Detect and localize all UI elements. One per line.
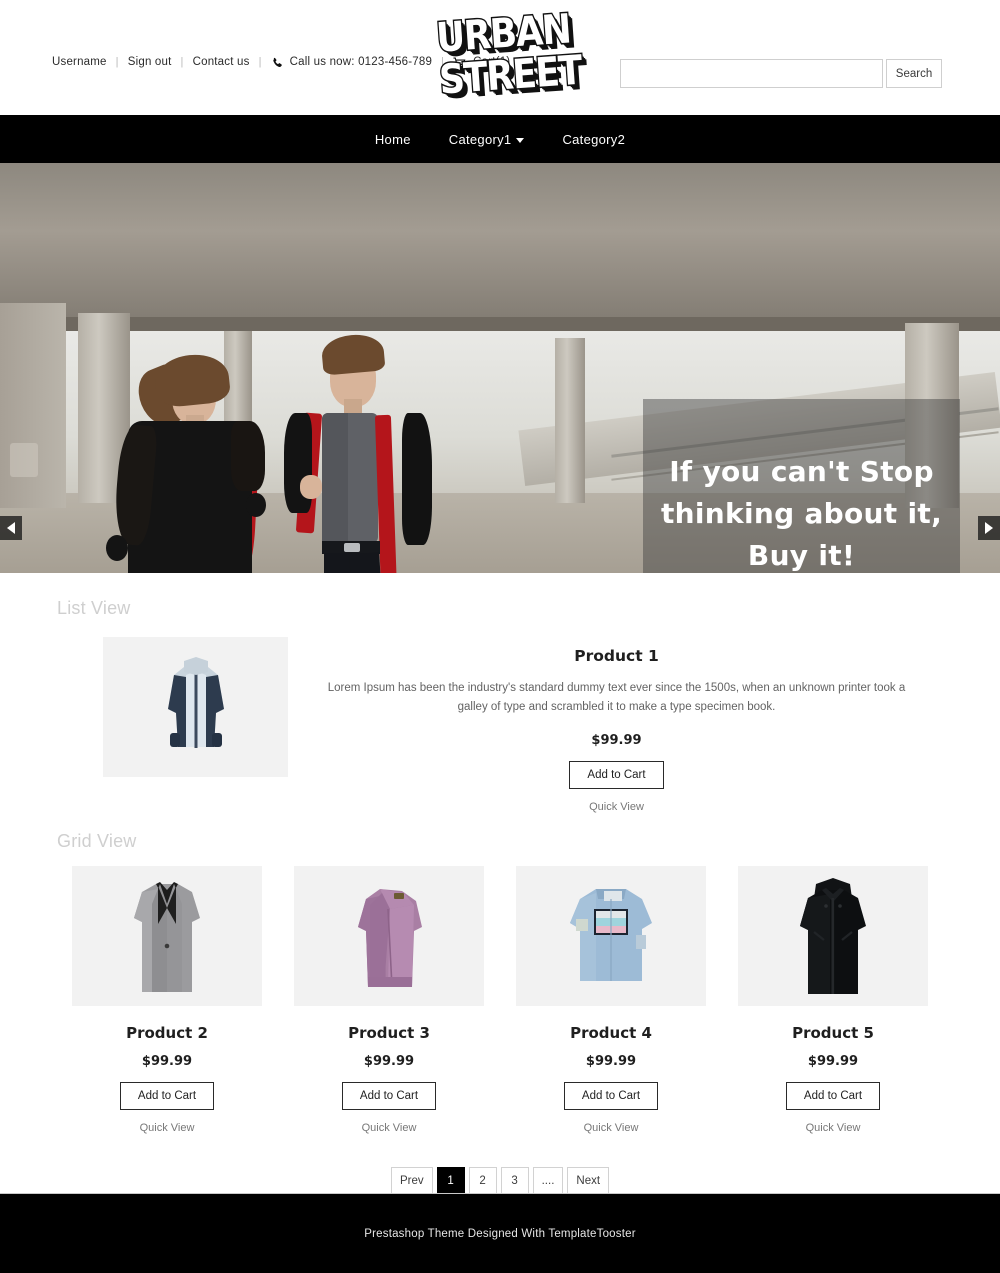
search-form: Search bbox=[620, 59, 942, 88]
quick-view-link[interactable]: Quick View bbox=[72, 1122, 262, 1134]
footer: Prestashop Theme Designed With TemplateT… bbox=[0, 1193, 1000, 1273]
phone-number-label[interactable]: Call us now: 0123-456-789 bbox=[290, 56, 432, 68]
pagination-next[interactable]: Next bbox=[567, 1167, 610, 1195]
product-image-2[interactable] bbox=[72, 866, 262, 1006]
chevron-left-icon bbox=[7, 522, 15, 534]
nav-item-category1[interactable]: Category1 bbox=[449, 132, 525, 147]
chevron-right-icon bbox=[985, 522, 993, 534]
product-card: Product 5 $99.99 Add to Cart Quick View bbox=[738, 866, 928, 1134]
pagination-page-3[interactable]: 3 bbox=[500, 1167, 529, 1195]
product-info-1: Product 1 Lorem Ipsum has been the indus… bbox=[288, 637, 945, 813]
product-title: Product 1 bbox=[574, 647, 659, 665]
product-title: Product 2 bbox=[126, 1024, 208, 1042]
product-price: $99.99 bbox=[807, 1054, 859, 1069]
site-logo[interactable]: URBAN STREET bbox=[434, 5, 585, 106]
add-to-cart-button[interactable]: Add to Cart bbox=[119, 1082, 215, 1110]
add-to-cart-button[interactable]: Add to Cart bbox=[341, 1082, 437, 1110]
list-view-section: Product 1 Lorem Ipsum has been the indus… bbox=[0, 619, 1000, 813]
quick-view-link[interactable]: Quick View bbox=[294, 1122, 484, 1134]
header-bar: Username | Sign out | Contact us | Call … bbox=[0, 0, 1000, 115]
pagination-page-1[interactable]: 1 bbox=[436, 1167, 465, 1195]
product-price: $99.99 bbox=[141, 1054, 193, 1069]
product-title: Product 3 bbox=[348, 1024, 430, 1042]
quick-view-link[interactable]: Quick View bbox=[516, 1122, 706, 1134]
product-title: Product 4 bbox=[570, 1024, 652, 1042]
product-image-3[interactable] bbox=[294, 866, 484, 1006]
product-description: Lorem Ipsum has been the industry's stan… bbox=[327, 682, 906, 713]
divider: | bbox=[115, 55, 119, 68]
nav-item-category2[interactable]: Category2 bbox=[562, 132, 625, 147]
purple-hoodie-illustration bbox=[358, 889, 422, 988]
product-image-5[interactable] bbox=[738, 866, 928, 1006]
divider: | bbox=[180, 55, 184, 68]
quick-view-link[interactable]: Quick View bbox=[288, 801, 945, 813]
denim-jacket-illustration bbox=[570, 889, 652, 981]
list-view-heading: List View bbox=[57, 598, 131, 618]
contact-us-link[interactable]: Contact us bbox=[193, 56, 250, 68]
footer-text: Prestashop Theme Designed With TemplateT… bbox=[364, 1227, 636, 1240]
jacket-illustration bbox=[167, 657, 224, 748]
product-image-1[interactable] bbox=[103, 637, 288, 777]
product-card: Product 4 $99.99 Add to Cart Quick View bbox=[516, 866, 706, 1134]
product-price: $99.99 bbox=[585, 1054, 637, 1069]
pagination-page-2[interactable]: 2 bbox=[468, 1167, 497, 1195]
product-card: Product 3 $99.99 Add to Cart Quick View bbox=[294, 866, 484, 1134]
carousel-next-button[interactable] bbox=[978, 516, 1000, 540]
nav-item-label: Category2 bbox=[562, 131, 626, 147]
grid-view-heading: Grid View bbox=[57, 831, 137, 851]
product-price: $99.99 bbox=[591, 733, 642, 748]
grey-coat-illustration bbox=[134, 881, 200, 992]
nav-item-home[interactable]: Home bbox=[375, 132, 411, 147]
product-card: Product 2 $99.99 Add to Cart Quick View bbox=[72, 866, 262, 1134]
phone-icon bbox=[271, 57, 284, 70]
product-price: $99.99 bbox=[363, 1054, 415, 1069]
nav-item-label: Category1 bbox=[448, 131, 512, 147]
add-to-cart-button[interactable]: Add to Cart bbox=[563, 1082, 659, 1110]
carousel-prev-button[interactable] bbox=[0, 516, 22, 540]
add-to-cart-button[interactable]: Add to Cart bbox=[785, 1082, 881, 1110]
sign-out-link[interactable]: Sign out bbox=[128, 56, 172, 68]
search-input[interactable] bbox=[620, 59, 883, 88]
logo-line-2: STREET bbox=[436, 46, 584, 106]
product-image-4[interactable] bbox=[516, 866, 706, 1006]
pagination: Prev 1 2 3 .... Next bbox=[0, 1167, 1000, 1195]
grid-view-section: Product 2 $99.99 Add to Cart Quick View … bbox=[0, 852, 1000, 1134]
chevron-down-icon bbox=[516, 137, 525, 143]
nav-item-label: Home bbox=[374, 131, 411, 147]
search-button[interactable]: Search bbox=[886, 59, 942, 88]
divider: | bbox=[258, 55, 262, 68]
hero-caption-text: If you can't Stop thinking about it, Buy… bbox=[660, 455, 943, 572]
username-link[interactable]: Username bbox=[52, 56, 107, 68]
add-to-cart-button[interactable]: Add to Cart bbox=[569, 761, 664, 789]
product-title: Product 5 bbox=[792, 1024, 874, 1042]
main-navigation: Home Category1 Category2 bbox=[0, 115, 1000, 163]
hero-caption: If you can't Stop thinking about it, Buy… bbox=[643, 399, 960, 573]
pagination-ellipsis[interactable]: .... bbox=[532, 1167, 564, 1195]
black-parka-illustration bbox=[800, 878, 866, 994]
pagination-prev[interactable]: Prev bbox=[390, 1167, 433, 1195]
hero-carousel: If you can't Stop thinking about it, Buy… bbox=[0, 163, 1000, 573]
quick-view-link[interactable]: Quick View bbox=[738, 1122, 928, 1134]
